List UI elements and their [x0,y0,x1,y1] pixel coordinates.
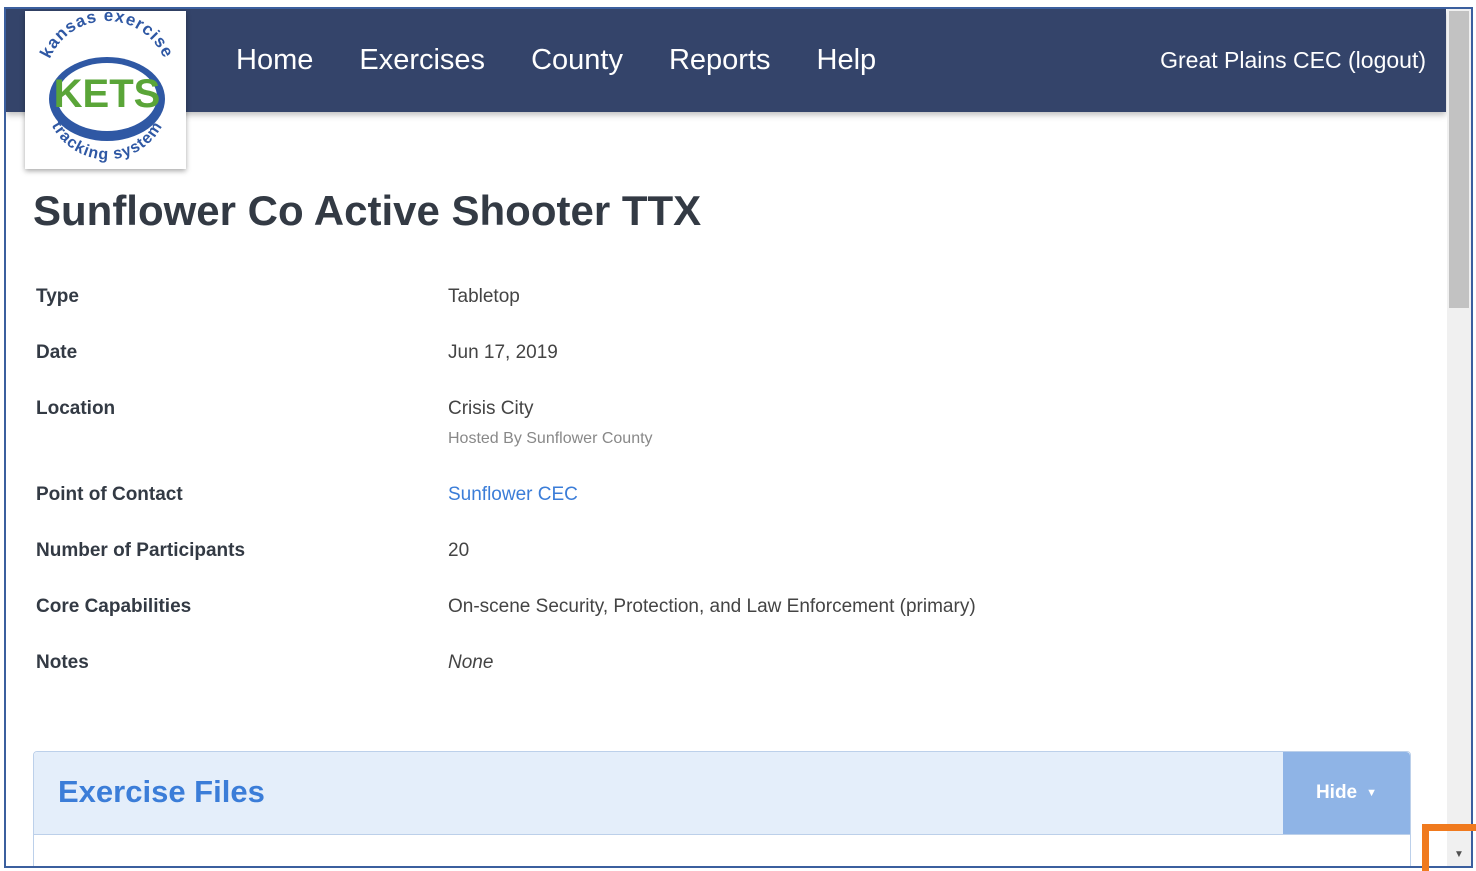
logo-arc-top: kansas exercise [36,11,177,61]
page-title: Sunflower Co Active Shooter TTX [33,187,702,234]
detail-label-location: Location [36,398,116,419]
detail-value-type: Tabletop [448,286,520,307]
detail-label-type: Type [36,286,79,307]
vertical-scrollbar[interactable]: ▼ [1447,9,1471,866]
hide-button-label: Hide [1315,782,1358,803]
detail-location-host: Hosted By Sunflower County [448,430,653,447]
browser-viewport: Home Exercises County Reports Help Great… [4,7,1473,868]
detail-value-notes: None [448,652,494,673]
user-logout-link[interactable]: Great Plains CEC (logout) [1160,9,1426,112]
detail-label-notes: Notes [36,652,89,673]
main-nav: Home Exercises County Reports Help [236,9,922,112]
kets-logo[interactable]: kansas exercise KETS tracking system [25,11,186,169]
nav-county[interactable]: County [531,44,623,77]
detail-label-date: Date [36,342,78,363]
detail-label-capabilities: Core Capabilities [36,596,192,617]
detail-value-date: Jun 17, 2019 [448,342,558,363]
caret-down-icon: ▼ [1366,787,1378,799]
orange-highlight-marker [1422,824,1476,871]
contact-link[interactable]: Sunflower CEC [448,484,578,506]
detail-label-participants: Number of Participants [36,540,246,561]
detail-value-capabilities: On-scene Security, Protection, and Law E… [448,596,976,617]
exercise-files-panel: Exercise Files Hide ▼ [33,751,1411,866]
nav-exercises[interactable]: Exercises [359,44,485,77]
exercise-files-title: Exercise Files [58,774,265,809]
nav-help[interactable]: Help [817,44,877,77]
detail-label-contact: Point of Contact [36,484,183,505]
kets-logo-graphic: kansas exercise KETS tracking system [36,11,178,164]
top-navbar: Home Exercises County Reports Help Great… [6,9,1446,112]
hide-files-button[interactable]: Hide ▼ [1283,752,1410,834]
detail-value-participants: 20 [448,540,470,561]
nav-reports[interactable]: Reports [669,44,771,77]
logo-name: KETS [54,72,161,116]
svg-text:kansas exercise: kansas exercise [36,11,178,61]
scrollbar-thumb[interactable] [1449,11,1469,308]
exercise-files-header: Exercise Files Hide ▼ [34,752,1410,835]
detail-value-location: Crisis City [448,398,534,419]
nav-home[interactable]: Home [236,44,313,77]
